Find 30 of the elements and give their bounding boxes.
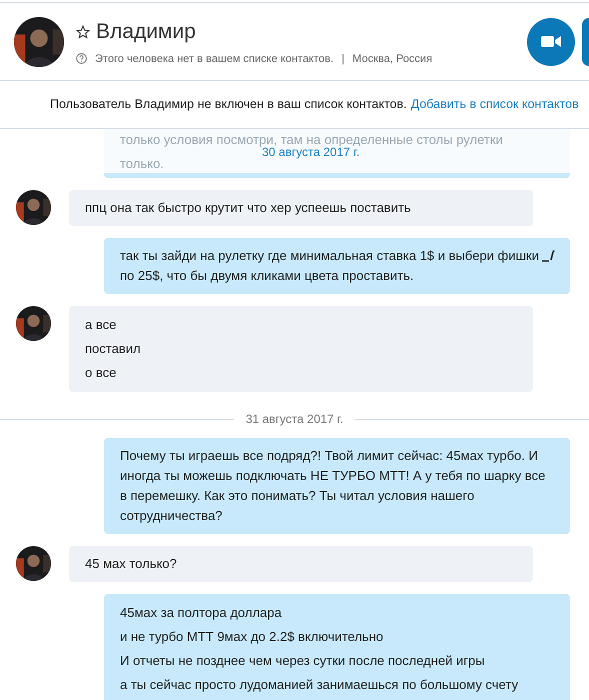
message-text: Почему ты играешь все подряд?! Твой лимит сейчас: 45мах турбо. И иногда ты можешь подключать НЕ ТУРБО МТТ! А у тебя по шарку все в перемешку. Как это понимать? Ты читал условия нашего сотрудничества? [120,447,546,525]
message-text: только. [120,157,165,171]
contact-status: Этого человека нет в вашем списке контактов. [95,52,334,66]
message-text: поставил [85,340,142,358]
avatar [16,306,51,341]
avatar [16,190,51,225]
call-button[interactable] [582,18,589,66]
message-text: ппц она так быстро крутит что хер успеешь поставить [85,199,412,217]
message-text: и не турбо МТТ 9мах до 2.2$ включительно [120,628,384,646]
avatar [14,16,64,66]
star-icon[interactable] [76,24,90,39]
message-text: только условия посмотри, там на определенные столы рулетки [120,133,504,147]
message-text: о все [85,364,118,382]
help-icon[interactable] [76,53,87,64]
date-label: 31 августа 2017 г. [246,411,344,428]
video-call-button[interactable] [527,18,575,66]
message-text: 45мах за полтора доллара [120,604,283,622]
separator: | [342,52,344,66]
contact-location: Москва, Россия [352,52,432,66]
notice-text: Пользователь Владимир не включен в ваш список контактов. [50,96,407,114]
message-text: И отчеты не позднее чем через сутки после последней игры [120,652,486,670]
message-text: так ты зайди на рулетку где минимальная ставка 1$ и выбери фишки по 25$, что бы двумя кликами цвета проставить. [120,247,540,285]
message-text: а все [85,316,118,334]
video-camera-icon [541,35,561,48]
date-label: 30 августа 2017 г. [262,146,360,159]
avatar [16,546,51,581]
message-text: а ты сейчас просто лудоманией занимаешься по большому счету [120,676,520,694]
message-text: 45 мах только? [85,555,178,573]
contact-name: Владимир [96,19,196,45]
add-contact-link[interactable]: Добавить в список контактов [410,95,579,114]
